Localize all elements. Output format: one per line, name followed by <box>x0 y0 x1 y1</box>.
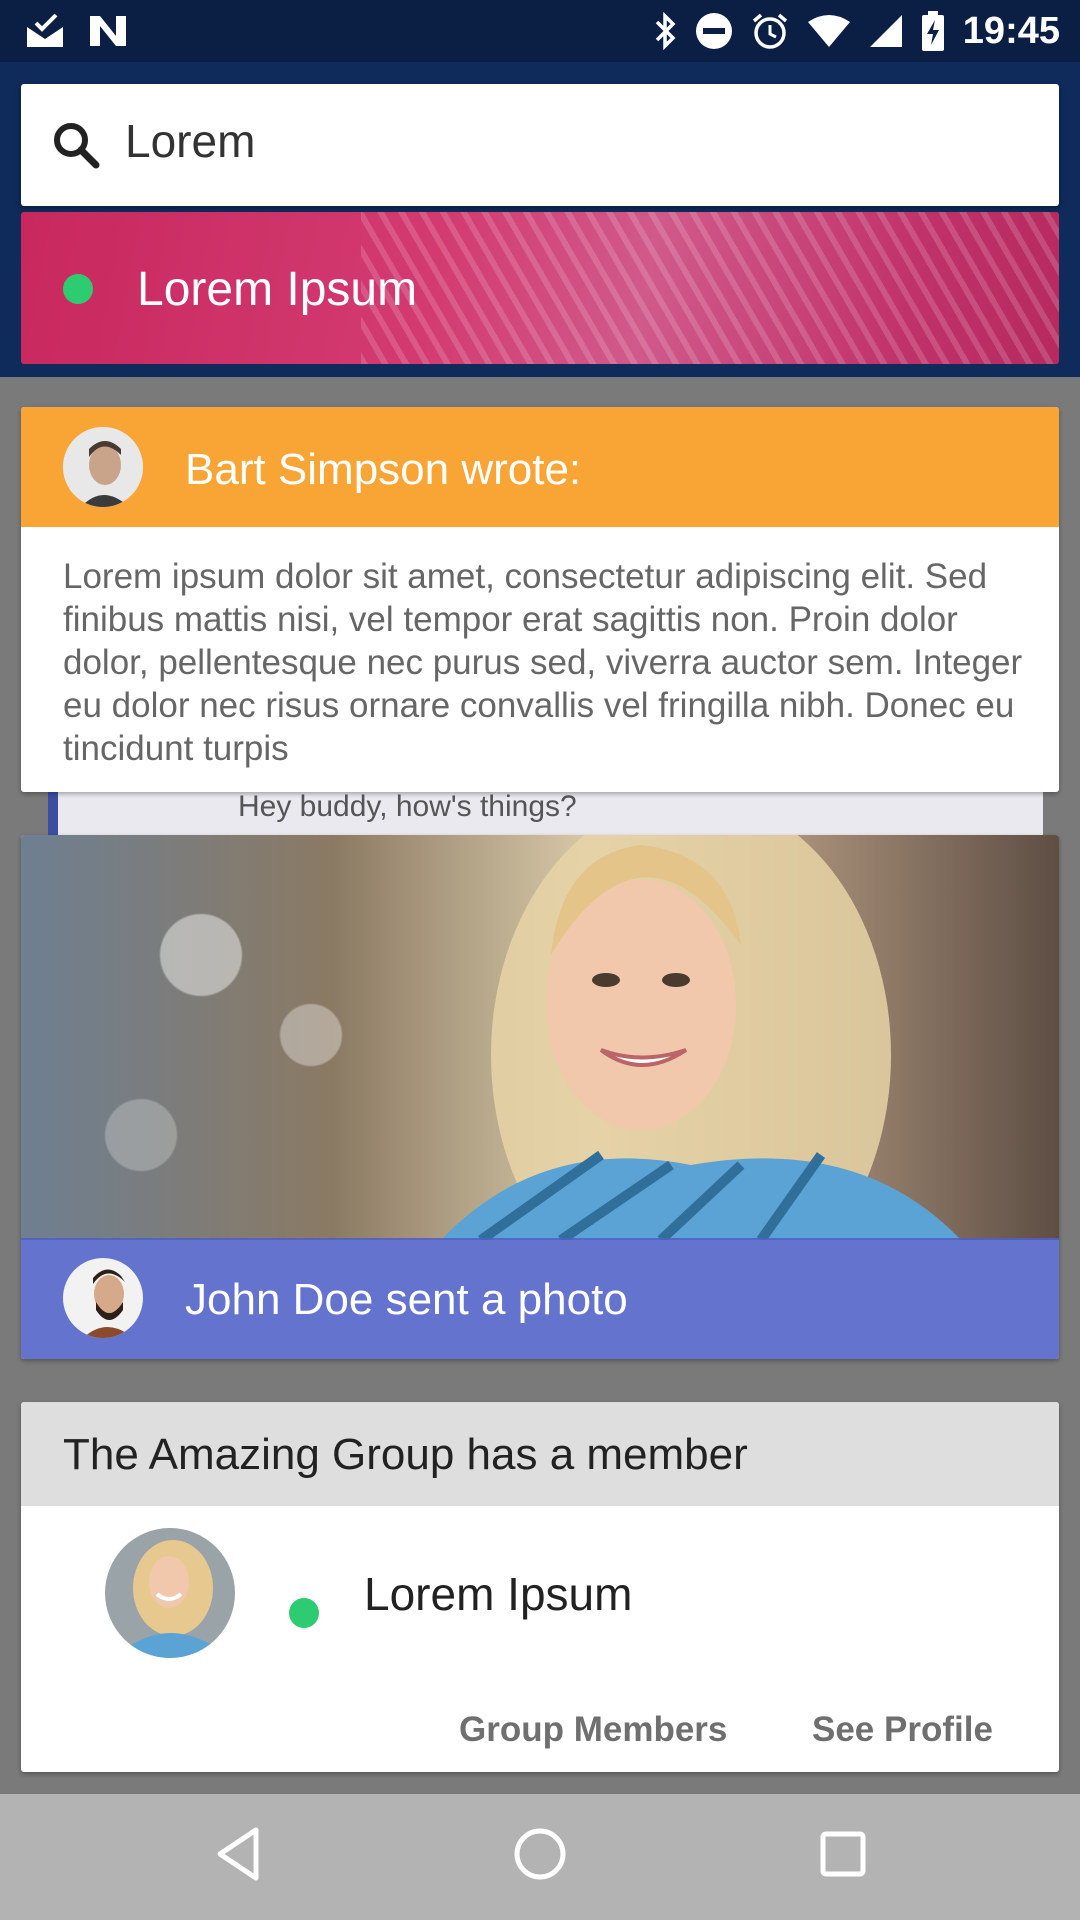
group-card-header: The Amazing Group has a member <box>21 1402 1059 1506</box>
photo-card[interactable]: John Doe sent a photo <box>21 835 1059 1359</box>
group-title: The Amazing Group has a member <box>63 1430 748 1479</box>
mail-check-icon <box>27 13 63 47</box>
recents-icon[interactable] <box>818 1824 868 1884</box>
avatar[interactable] <box>63 427 143 507</box>
message-body: Lorem ipsum dolor sit amet, consectetur … <box>63 557 1023 768</box>
signal-icon <box>869 15 902 47</box>
avatar[interactable] <box>63 1258 143 1338</box>
group-members-button[interactable]: Group Members <box>459 1710 727 1750</box>
contact-name: Lorem Ipsum <box>137 263 418 316</box>
shared-photo[interactable] <box>21 835 1059 1240</box>
online-status-dot <box>63 274 93 304</box>
message-card-header: Bart Simpson wrote: <box>21 407 1059 527</box>
woman-portrait-icon <box>105 1528 235 1658</box>
do-not-disturb-icon <box>695 13 732 49</box>
search-icon[interactable] <box>51 120 101 170</box>
wifi-icon <box>807 15 850 47</box>
message-preview: Hey buddy, how's things? <box>238 790 577 823</box>
see-profile-button[interactable]: See Profile <box>812 1710 993 1750</box>
search-input[interactable]: Lorem <box>125 114 255 168</box>
message-card[interactable]: Bart Simpson wrote: Lorem ipsum dolor si… <box>21 407 1059 792</box>
online-status-dot <box>289 1598 319 1628</box>
bearded-man-portrait-icon <box>63 1258 143 1338</box>
clock: 19:45 <box>962 9 1060 52</box>
man-portrait-icon <box>63 427 143 507</box>
member-name: Lorem Ipsum <box>364 1568 633 1620</box>
group-card[interactable]: The Amazing Group has a member Lorem Ips… <box>21 1402 1059 1772</box>
bluetooth-icon <box>655 12 676 50</box>
member-avatar[interactable] <box>105 1528 235 1658</box>
n-logo-icon <box>90 16 126 46</box>
search-bar[interactable]: Lorem <box>21 84 1059 206</box>
woman-photo-illustration <box>441 835 961 1240</box>
status-bar: 19:45 <box>0 0 1080 62</box>
battery-charging-icon <box>921 11 944 51</box>
message-author: Bart Simpson wrote: <box>185 445 582 494</box>
navigation-bar <box>0 1794 1080 1920</box>
home-icon[interactable] <box>512 1824 568 1884</box>
top-contact-card[interactable]: Lorem Ipsum <box>21 212 1059 364</box>
photo-caption: John Doe sent a photo <box>185 1275 628 1324</box>
back-icon[interactable] <box>212 1824 262 1884</box>
alarm-icon <box>752 13 787 49</box>
scarf-texture <box>361 212 1059 364</box>
